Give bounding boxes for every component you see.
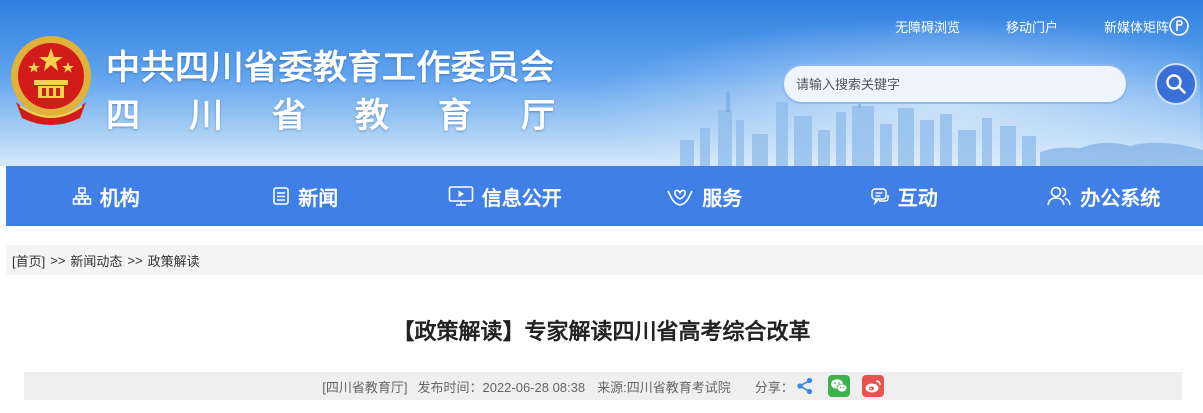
org-chart-icon	[72, 187, 91, 205]
article-date: 发布时间：2022-06-28 08:38	[417, 379, 586, 395]
article-meta: [四川省教育厅] 发布时间：2022-06-28 08:38 来源:四川省教育考…	[24, 372, 1182, 400]
national-emblem-icon	[11, 36, 91, 125]
search-input[interactable]	[782, 64, 1128, 104]
breadcrumb: [首页] >> 新闻动态 >> 政策解读	[6, 245, 1203, 275]
nav-item-news[interactable]: 新闻	[206, 166, 406, 226]
nav-item-org[interactable]: 机构	[6, 166, 206, 226]
article-title: 【政策解读】专家解读四川省高考综合改革	[392, 319, 811, 344]
users-icon	[1047, 186, 1072, 206]
location-pin-icon	[1169, 16, 1189, 36]
hands-heart-icon	[667, 189, 693, 206]
new-media-link-label: 新媒体矩阵	[1103, 19, 1169, 35]
breadcrumb-separator: >>	[127, 252, 143, 268]
mobile-portal-link[interactable]: 移动门户	[1006, 17, 1058, 36]
monitor-icon	[448, 186, 474, 206]
breadcrumb-home-link[interactable]: [首页]	[12, 251, 45, 270]
chat-icon	[871, 188, 889, 206]
newspaper-icon	[273, 187, 290, 205]
nav-label: 信息公开	[481, 187, 562, 210]
new-media-link[interactable]: 新媒体矩阵	[1104, 16, 1189, 36]
wechat-icon	[830, 379, 848, 393]
search-button[interactable]	[1155, 63, 1197, 105]
nav-label: 服务	[702, 187, 743, 210]
nav-label: 互动	[897, 187, 938, 210]
nav-label: 机构	[99, 187, 140, 210]
share-label: 分享：	[754, 379, 794, 395]
breadcrumb-news-link[interactable]: 新闻动态	[70, 251, 122, 270]
site-header: 中共四川省委教育工作委员会 四川省教育厅 无障碍浏览 移动门户 新媒体矩阵	[0, 0, 1203, 166]
wechat-share-button[interactable]	[827, 375, 850, 397]
breadcrumb-separator: >>	[50, 252, 66, 268]
nav-item-office-system[interactable]: 办公系统	[1004, 166, 1203, 226]
site-title: 中共四川省委教育工作委员会	[106, 49, 555, 87]
nav-label: 办公系统	[1080, 187, 1161, 210]
top-links: 无障碍浏览 移动门户 新媒体矩阵	[895, 16, 1189, 36]
breadcrumb-policy-link[interactable]: 政策解读	[148, 251, 200, 270]
weibo-icon	[865, 380, 881, 393]
article-publisher: [四川省教育厅]	[322, 379, 408, 395]
nav-item-info-disclosure[interactable]: 信息公开	[405, 166, 605, 226]
share-button[interactable]	[794, 375, 816, 397]
weibo-share-button[interactable]	[861, 375, 884, 397]
nav-item-interaction[interactable]: 互动	[804, 166, 1004, 226]
main-nav: 机构 新闻 信息公开 服务 互动 办公系统	[6, 166, 1203, 226]
share-icon	[797, 377, 812, 395]
nav-item-service[interactable]: 服务	[605, 166, 805, 226]
article-source: 来源:四川省教育考试院	[597, 379, 731, 395]
search-icon	[1166, 74, 1186, 94]
site-subtitle: 四川省教育厅	[106, 97, 604, 135]
accessibility-link[interactable]: 无障碍浏览	[895, 17, 960, 36]
nav-label: 新闻	[298, 187, 339, 210]
